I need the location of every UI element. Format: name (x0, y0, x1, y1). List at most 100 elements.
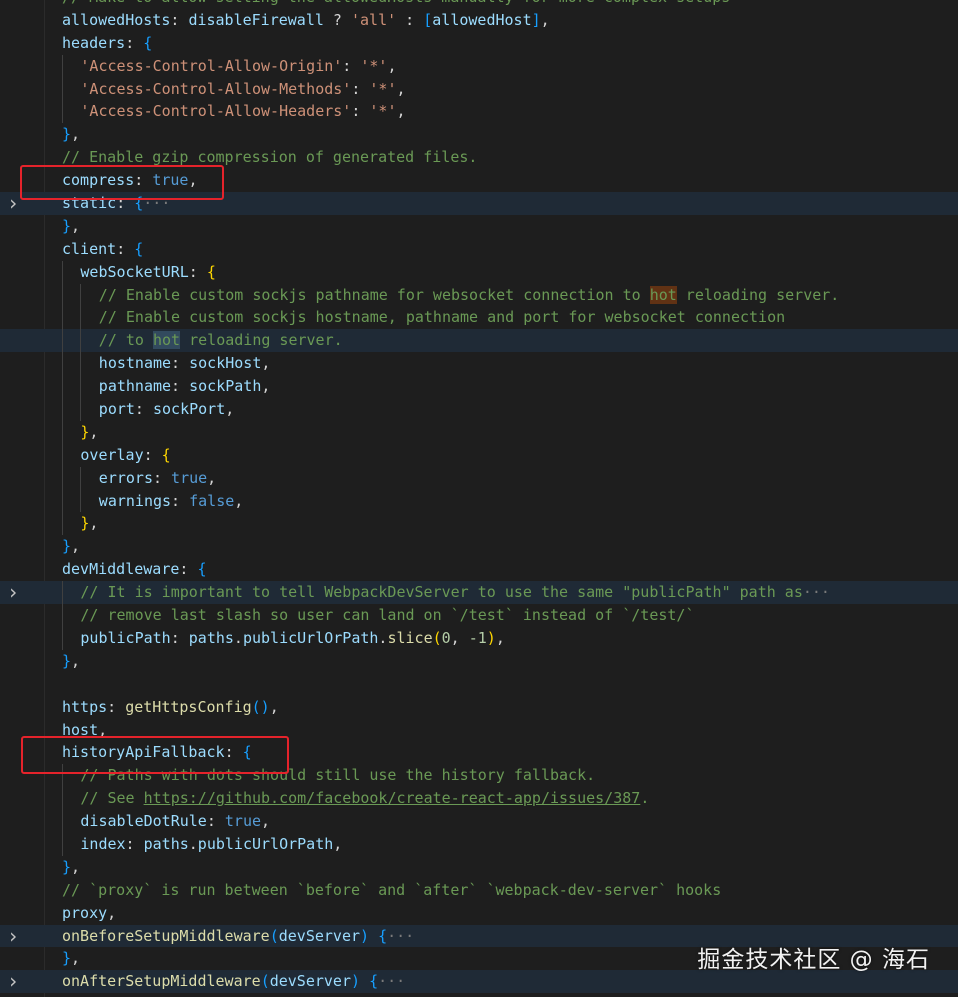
code-text: }, (80, 421, 98, 444)
code-token: sockHost (189, 354, 262, 373)
code-text: disableDotRule: true, (80, 810, 270, 833)
code-line[interactable]: // Enable custom sockjs pathname for web… (0, 283, 958, 307)
code-token: { (134, 239, 144, 258)
code-line[interactable]: 'Access-Control-Allow-Methods': '*', (0, 77, 958, 101)
code-text: hostname: sockHost, (99, 352, 271, 375)
code-line[interactable]: index: paths.publicUrlOrPath, (0, 832, 958, 856)
code-lines: // Make to allow setting the allowedHost… (0, 0, 958, 997)
indent-guide (62, 489, 63, 513)
code-token: : (351, 102, 370, 121)
code-line[interactable]: warnings: false, (0, 489, 958, 513)
code-line[interactable]: allowedHosts: disableFirewall ? 'all' : … (0, 9, 958, 32)
code-line[interactable]: }, (0, 123, 958, 146)
code-token: https (62, 697, 108, 716)
code-line[interactable]: port: sockPort, (0, 398, 958, 421)
chevron-right-icon[interactable]: › (6, 970, 20, 993)
code-line[interactable]: overlay: { (0, 443, 958, 467)
code-token: . (640, 789, 650, 808)
indent-guide (62, 352, 63, 376)
code-text: port: sockPort, (99, 398, 234, 421)
code-line[interactable]: devMiddleware: { (0, 558, 958, 581)
code-line[interactable]: webSocketURL: { (0, 260, 958, 284)
code-token: ( (269, 926, 279, 945)
code-token: } (62, 216, 72, 235)
code-token: : (107, 697, 126, 716)
code-line[interactable]: }, (0, 535, 958, 558)
code-token: errors (98, 468, 153, 487)
code-token: : (143, 445, 162, 464)
code-token: . (188, 834, 198, 853)
code-token: ) (360, 926, 370, 945)
code-line[interactable]: proxy, (0, 902, 958, 925)
code-token: } (62, 651, 72, 670)
indent-guide (62, 283, 63, 307)
indent-guide (80, 489, 82, 513)
code-line[interactable]: // Enable custom sockjs hostname, pathna… (0, 306, 958, 330)
code-line[interactable]: publicPath: paths.publicUrlOrPath.slice(… (0, 626, 958, 650)
code-token: : (125, 33, 144, 52)
indent-guide (62, 77, 63, 101)
code-line[interactable]: hostname: sockHost, (0, 352, 958, 376)
code-text: // to hot reloading server. (99, 329, 343, 352)
code-line[interactable]: errors: true, (0, 466, 958, 490)
code-line[interactable]: }, (0, 215, 958, 238)
indent-guide (80, 375, 82, 399)
code-editor[interactable]: // Make to allow setting the allowedHost… (0, 0, 958, 997)
indent-guide (80, 283, 82, 307)
code-text: overlay: { (80, 444, 170, 467)
indent-guide (62, 581, 63, 605)
code-token: : (188, 262, 207, 281)
code-line[interactable]: 'Access-Control-Allow-Headers': '*', (0, 100, 958, 124)
code-token: , (387, 56, 397, 75)
code-text: }, (62, 123, 80, 146)
code-token: , (107, 903, 117, 922)
code-line[interactable]: // See https://github.com/facebook/creat… (0, 787, 958, 811)
code-token: devServer (278, 926, 361, 945)
code-line[interactable]: // `proxy` is run between `before` and `… (0, 879, 958, 902)
code-text: // `proxy` is run between `before` and `… (62, 879, 721, 902)
code-line[interactable]: pathname: sockPath, (0, 375, 958, 399)
code-token: ? (323, 10, 351, 29)
code-token: , (71, 651, 81, 670)
code-token: : (125, 834, 144, 853)
code-token: getHttpsConfig (125, 697, 252, 716)
code-token: paths (143, 834, 189, 853)
code-line[interactable]: client: { (0, 238, 958, 261)
indent-guide (62, 306, 63, 330)
code-line[interactable]: }, (0, 650, 958, 673)
code-token: client (62, 239, 117, 258)
code-text: 'Access-Control-Allow-Headers': '*', (80, 100, 405, 123)
code-token: // to (98, 331, 153, 350)
highlight-history-api-fallback (21, 736, 289, 774)
code-token: { (161, 445, 171, 464)
code-token: { (143, 33, 153, 52)
chevron-right-icon[interactable]: › (6, 192, 20, 215)
code-text: // See https://github.com/facebook/creat… (80, 787, 649, 810)
code-token: : (179, 560, 198, 579)
code-line[interactable]: // to hot reloading server. (0, 329, 958, 353)
code-token: : (342, 56, 361, 75)
code-line[interactable]: }, (0, 856, 958, 879)
code-token: { (206, 262, 216, 281)
code-token: // Make to allow setting the allowedHost… (62, 0, 730, 6)
code-token: , (261, 377, 271, 396)
chevron-right-icon[interactable]: › (6, 581, 20, 604)
code-line[interactable]: // remove last slash so user can land on… (0, 604, 958, 627)
chevron-right-icon[interactable]: › (6, 924, 20, 948)
code-line[interactable] (0, 673, 958, 696)
code-line[interactable]: https: getHttpsConfig(), (0, 696, 958, 719)
code-line[interactable]: }, (0, 420, 958, 444)
code-line[interactable]: }, (0, 512, 958, 536)
code-text: publicPath: paths.publicUrlOrPath.slice(… (80, 627, 504, 650)
code-token: overlay (80, 445, 144, 464)
code-line[interactable]: headers: { (0, 32, 958, 55)
code-line[interactable]: 'Access-Control-Allow-Origin': '*', (0, 54, 958, 78)
code-token: warnings (98, 491, 172, 510)
code-line[interactable]: disableDotRule: true, (0, 810, 958, 833)
code-line[interactable]: // Make to allow setting the allowedHost… (0, 0, 958, 9)
code-token: publicUrlOrPath (242, 628, 379, 647)
code-line[interactable]: } (0, 993, 958, 997)
code-token: devServer (269, 972, 351, 991)
code-line[interactable]: › // It is important to tell WebpackDevSe… (0, 581, 958, 605)
